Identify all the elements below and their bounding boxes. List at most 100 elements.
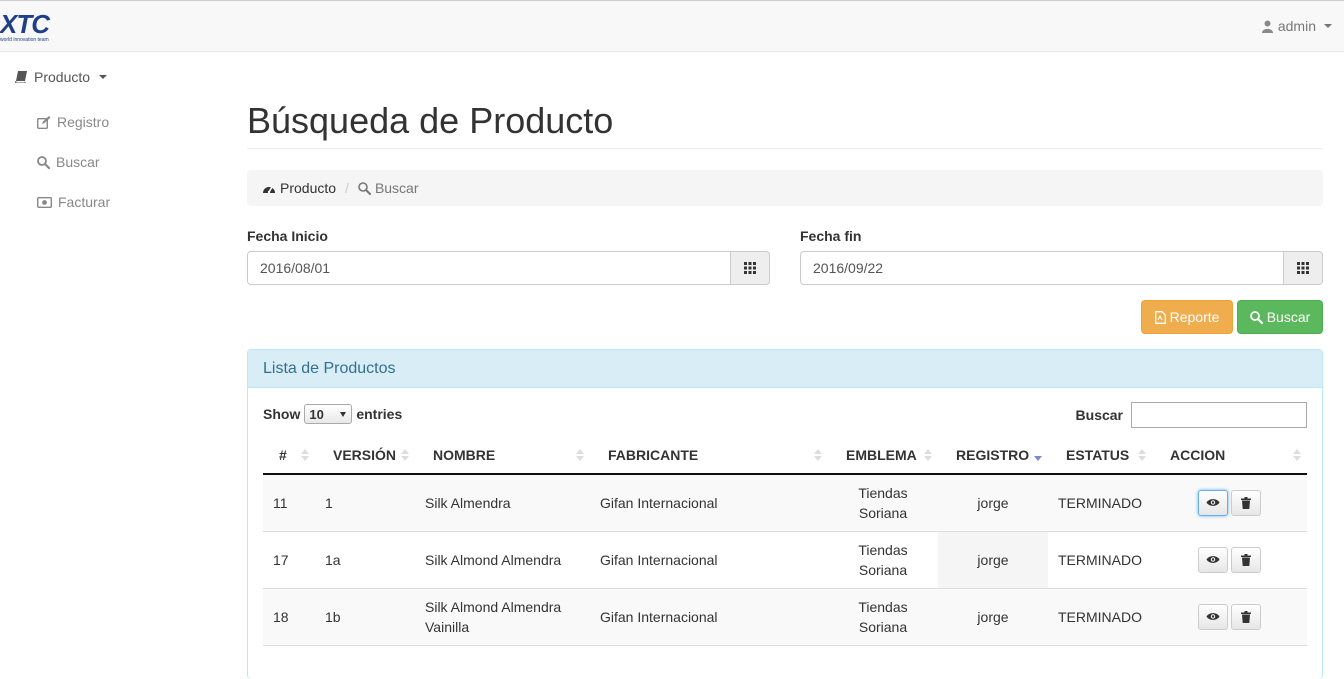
breadcrumb-separator: / xyxy=(345,180,349,196)
table-row: 18 1b Silk Almond Almendra Vainilla Gifan… xyxy=(263,588,1307,646)
cell-id: 17 xyxy=(263,531,315,589)
breadcrumb-item-producto[interactable]: Producto xyxy=(262,180,336,196)
column-header-accion[interactable]: ACCION xyxy=(1152,436,1307,475)
table-search-input[interactable] xyxy=(1131,402,1307,428)
table-row: 11 1 Silk Almendra Gifan Internacional T… xyxy=(263,474,1307,532)
divider xyxy=(247,148,1323,149)
end-date-label: Fecha fin xyxy=(800,228,862,244)
table-search-control: Buscar xyxy=(1076,402,1307,428)
sidebar-item-label: Registro xyxy=(57,114,110,130)
cell-version: 1a xyxy=(315,531,415,589)
eye-icon xyxy=(1206,555,1220,564)
panel-title: Lista de Productos xyxy=(248,350,1322,388)
sidebar-section-producto[interactable]: Producto xyxy=(15,69,108,85)
table-row: 17 1a Silk Almond Almendra Gifan Interna… xyxy=(263,531,1307,589)
sort-icon xyxy=(924,449,932,461)
end-date-group: 2016/09/22 xyxy=(800,251,1323,285)
sort-icon xyxy=(814,449,822,461)
chevron-down-icon xyxy=(99,75,108,79)
logo-text: XTC xyxy=(0,9,50,39)
cell-fabricante: Gifan Internacional xyxy=(590,474,828,532)
sidebar-item-facturar[interactable]: Facturar xyxy=(37,194,110,210)
column-header-emblema[interactable]: EMBLEMA xyxy=(828,436,938,475)
cell-nombre: Silk Almendra xyxy=(415,474,590,532)
cell-nombre: Silk Almond Almendra Vainilla xyxy=(415,588,590,646)
trash-icon xyxy=(1241,496,1251,509)
cell-version: 1 xyxy=(315,474,415,532)
products-panel: Lista de Productos Show 10 entries Busca… xyxy=(247,349,1323,679)
entries-label: entries xyxy=(356,406,403,422)
view-button[interactable] xyxy=(1198,489,1228,516)
book-icon xyxy=(15,71,28,83)
eye-icon xyxy=(1206,612,1220,621)
sidebar-item-label: Facturar xyxy=(58,194,111,210)
sidebar: Producto Registro Buscar Facturar xyxy=(0,52,225,656)
cell-registro: jorge xyxy=(938,474,1048,532)
cell-emblema: Tiendas Soriana xyxy=(828,588,938,646)
sidebar-item-registro[interactable]: Registro xyxy=(37,114,109,130)
top-navbar: XTC world innovation team admin xyxy=(0,0,1344,52)
edit-icon xyxy=(37,115,51,129)
show-label: Show xyxy=(263,406,301,422)
column-header-registro[interactable]: REGISTRO xyxy=(938,436,1048,475)
column-header-fabricante[interactable]: FABRICANTE xyxy=(590,436,828,475)
cell-id: 11 xyxy=(263,474,315,532)
delete-button[interactable] xyxy=(1231,603,1261,630)
dropdown-arrow-icon xyxy=(340,411,347,417)
report-button-label: Reporte xyxy=(1169,309,1220,325)
cell-version: 1b xyxy=(315,588,415,646)
column-header-version[interactable]: VERSIÓN xyxy=(315,436,415,475)
breadcrumb-label: Buscar xyxy=(374,180,419,196)
end-date-picker-button[interactable] xyxy=(1283,251,1323,285)
start-date-group: 2016/08/01 xyxy=(247,251,770,285)
report-button[interactable]: Reporte xyxy=(1141,300,1233,334)
eye-icon xyxy=(1206,498,1220,507)
view-button[interactable] xyxy=(1198,546,1228,573)
page-length-select[interactable]: 10 xyxy=(304,404,353,424)
cell-registro: jorge xyxy=(938,588,1048,646)
start-date-label: Fecha Inicio xyxy=(247,228,328,244)
start-date-input[interactable]: 2016/08/01 xyxy=(247,251,730,285)
sidebar-item-buscar[interactable]: Buscar xyxy=(37,154,100,170)
trash-icon xyxy=(1241,610,1251,623)
cell-actions xyxy=(1152,474,1307,532)
start-date-picker-button[interactable] xyxy=(730,251,770,285)
search-icon xyxy=(1249,310,1263,324)
sort-icon xyxy=(1293,449,1301,461)
cell-estatus: TERMINADO xyxy=(1048,474,1152,532)
cell-id: 18 xyxy=(263,588,315,646)
logo-subtitle: world innovation team xyxy=(0,37,49,43)
end-date-input[interactable]: 2016/09/22 xyxy=(800,251,1283,285)
pdf-file-icon xyxy=(1154,310,1166,324)
sort-icon xyxy=(401,449,409,461)
cell-nombre: Silk Almond Almendra xyxy=(415,531,590,589)
chevron-down-icon xyxy=(1324,24,1332,28)
column-header-id[interactable]: # xyxy=(263,436,315,475)
cell-actions xyxy=(1152,531,1307,589)
view-button[interactable] xyxy=(1198,603,1228,630)
user-menu-label: admin xyxy=(1277,18,1316,34)
money-icon xyxy=(37,196,52,208)
dashboard-icon xyxy=(262,183,276,194)
calendar-grid-icon xyxy=(744,262,756,274)
search-icon xyxy=(358,181,371,195)
sort-icon xyxy=(301,449,309,461)
search-icon xyxy=(37,155,50,169)
column-header-nombre[interactable]: NOMBRE xyxy=(415,436,590,475)
delete-button[interactable] xyxy=(1231,546,1261,573)
cell-fabricante: Gifan Internacional xyxy=(590,588,828,646)
cell-registro: jorge xyxy=(938,531,1048,589)
column-header-estatus[interactable]: ESTATUS xyxy=(1048,436,1152,475)
brand-logo[interactable]: XTC world innovation team xyxy=(0,11,62,45)
user-menu[interactable]: admin xyxy=(1261,18,1332,34)
search-button-label: Buscar xyxy=(1266,309,1311,325)
cell-estatus: TERMINADO xyxy=(1048,588,1152,646)
search-button[interactable]: Buscar xyxy=(1237,300,1323,334)
cell-estatus: TERMINADO xyxy=(1048,531,1152,589)
table-header-row: # VERSIÓN NOMBRE FABRICANTE EMBLEMA REGI… xyxy=(263,436,1307,475)
sidebar-item-label: Buscar xyxy=(56,154,100,170)
sort-icon xyxy=(1138,449,1146,461)
page-title: Búsqueda de Producto xyxy=(247,100,614,141)
delete-button[interactable] xyxy=(1231,489,1261,516)
sidebar-section-label: Producto xyxy=(34,69,91,85)
